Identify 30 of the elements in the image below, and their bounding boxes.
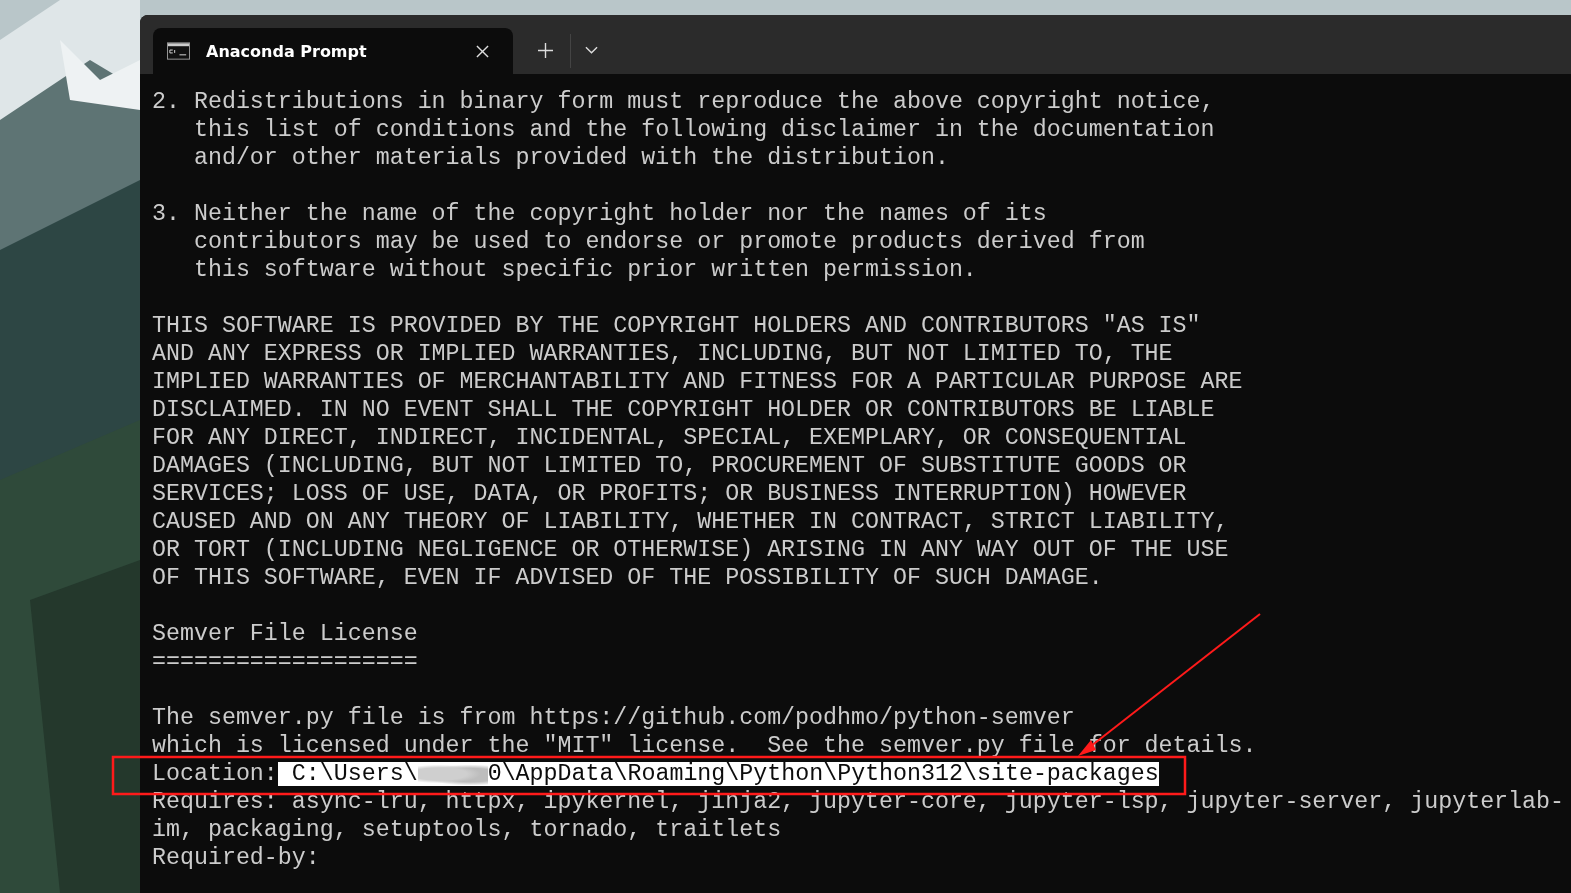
location-path: C:\Users\ 0\AppData\Roaming\Python\Python312\site-packages bbox=[277, 762, 1159, 786]
terminal-line: =================== bbox=[152, 648, 419, 676]
location-label: Location: bbox=[152, 760, 278, 788]
terminal-line: FOR ANY DIRECT, INDIRECT, INCIDENTAL, SPECIAL, EXEMPLARY, OR CONSEQUENTIAL bbox=[152, 424, 1188, 452]
terminal-line: CAUSED AND ON ANY THEORY OF LIABILITY, WHETHER IN CONTRACT, STRICT LIABILITY, bbox=[152, 508, 1230, 536]
terminal-line: AND ANY EXPRESS OR IMPLIED WARRANTIES, INCLUDING, BUT NOT LIMITED TO, THE bbox=[152, 340, 1174, 368]
terminal-line: and/or other materials provided with the distribution. bbox=[192, 144, 950, 172]
terminal-line: The semver.py file is from https://github.com/podhmo/python-semver bbox=[152, 704, 1076, 732]
terminal-line: 3. Neither the name of the copyright holder nor the names of its bbox=[152, 200, 1048, 228]
terminal-tab[interactable]: Anaconda Prompt bbox=[153, 28, 513, 74]
terminal-line: contributors may be used to endorse or promote products derived from bbox=[192, 228, 1146, 256]
terminal-line: OR TORT (INCLUDING NEGLIGENCE OR OTHERWISE) ARISING IN ANY WAY OUT OF THE USE bbox=[152, 536, 1230, 564]
terminal-line: THIS SOFTWARE IS PROVIDED BY THE COPYRIGHT HOLDERS AND CONTRIBUTORS "AS IS" bbox=[152, 312, 1202, 340]
close-icon[interactable] bbox=[476, 44, 489, 58]
terminal-line: Required-by: bbox=[152, 844, 321, 872]
terminal-line: Requires: async-lru, httpx, ipykernel, jinja2, jupyter-core, jupyter-lsp, jupyter-server, jupyterlab- bbox=[152, 788, 1566, 816]
terminal-line: OF THIS SOFTWARE, EVEN IF ADVISED OF THE POSSIBILITY OF SUCH DAMAGE. bbox=[152, 564, 1104, 592]
terminal-line: im, packaging, setuptools, tornado, traitlets bbox=[152, 816, 783, 844]
terminal-line: this list of conditions and the following disclaimer in the documentation bbox=[192, 116, 1216, 144]
terminal-line: SERVICES; LOSS OF USE, DATA, OR PROFITS; OR BUSINESS INTERRUPTION) HOWEVER bbox=[152, 480, 1188, 508]
terminal-line: IMPLIED WARRANTIES OF MERCHANTABILITY AND FITNESS FOR A PARTICULAR PURPOSE ARE bbox=[152, 368, 1244, 396]
terminal-icon bbox=[167, 42, 190, 60]
terminal-line: DISCLAIMED. IN NO EVENT SHALL THE COPYRIGHT HOLDER OR CONTRIBUTORS BE LIABLE bbox=[152, 396, 1216, 424]
terminal-line: this software without specific prior written permission. bbox=[192, 256, 978, 284]
terminal-line: Semver File License bbox=[152, 620, 419, 648]
terminal-line: DAMAGES (INCLUDING, BUT NOT LIMITED TO, PROCUREMENT OF SUBSTITUTE GOODS OR bbox=[152, 452, 1188, 480]
terminal-line: 2. Redistributions in binary form must reproduce the above copyright notice, bbox=[152, 88, 1216, 116]
chevron-down-icon[interactable] bbox=[585, 46, 598, 54]
blurred-patch bbox=[417, 763, 488, 785]
new-tab-icon[interactable] bbox=[538, 43, 553, 58]
